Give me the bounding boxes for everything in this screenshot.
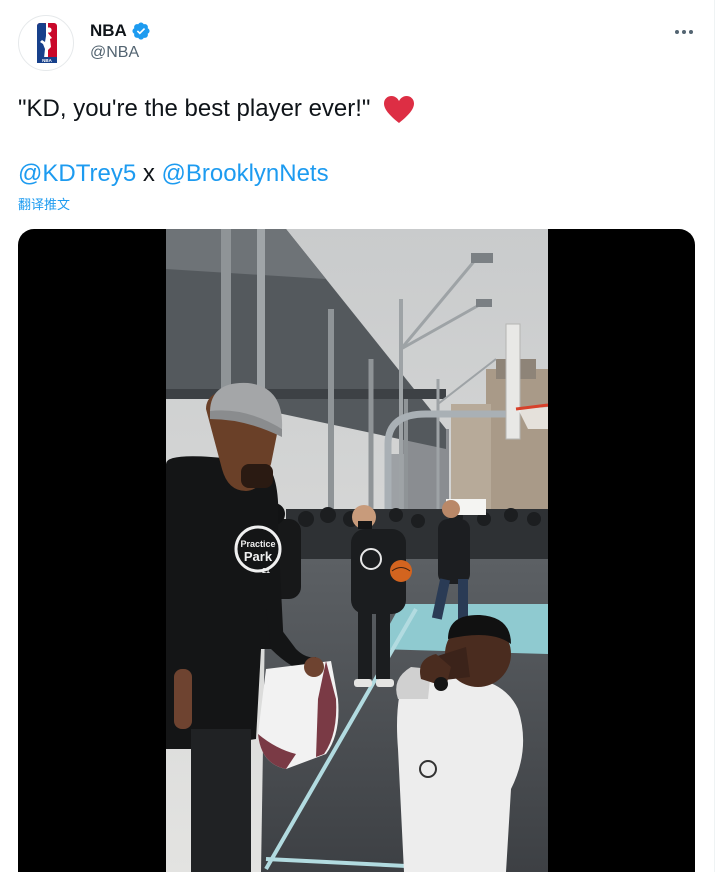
nba-logo-icon: NBA bbox=[37, 23, 57, 63]
mention-separator: x bbox=[142, 160, 155, 187]
more-options-button[interactable] bbox=[668, 18, 700, 46]
tweet-card[interactable]: NBA NBA @NBA "KD, you're the best player… bbox=[0, 0, 718, 872]
tweet-text: "KD, you're the best player ever!" bbox=[18, 92, 415, 126]
author-name-row[interactable]: NBA bbox=[90, 20, 151, 42]
video-frame: Practice Park 21 bbox=[166, 229, 548, 872]
author-handle[interactable]: @NBA bbox=[90, 44, 139, 62]
svg-text:Practice: Practice bbox=[240, 539, 275, 549]
svg-text:NBA: NBA bbox=[42, 58, 52, 63]
more-options-icon-dot bbox=[689, 30, 693, 34]
red-heart-icon bbox=[384, 95, 415, 123]
mention-kdtrey5[interactable]: @KDTrey5 bbox=[18, 160, 136, 187]
tweet-mentions: @KDTrey5 x @BrooklynNets bbox=[18, 157, 329, 191]
translate-tweet-link[interactable]: 翻译推文 bbox=[18, 196, 70, 214]
author-display-name[interactable]: NBA bbox=[90, 21, 127, 41]
more-options-icon-dot bbox=[682, 30, 686, 34]
mention-brooklynnets[interactable]: @BrooklynNets bbox=[162, 160, 329, 187]
avatar[interactable]: NBA bbox=[18, 15, 74, 71]
column-border bbox=[714, 0, 715, 872]
verified-badge-icon bbox=[132, 22, 150, 40]
tweet-quote: "KD, you're the best player ever!" bbox=[18, 95, 371, 122]
svg-text:Park: Park bbox=[244, 549, 273, 564]
more-options-icon bbox=[675, 30, 679, 34]
svg-text:21: 21 bbox=[262, 568, 270, 575]
video-player[interactable]: Practice Park 21 bbox=[18, 229, 695, 872]
